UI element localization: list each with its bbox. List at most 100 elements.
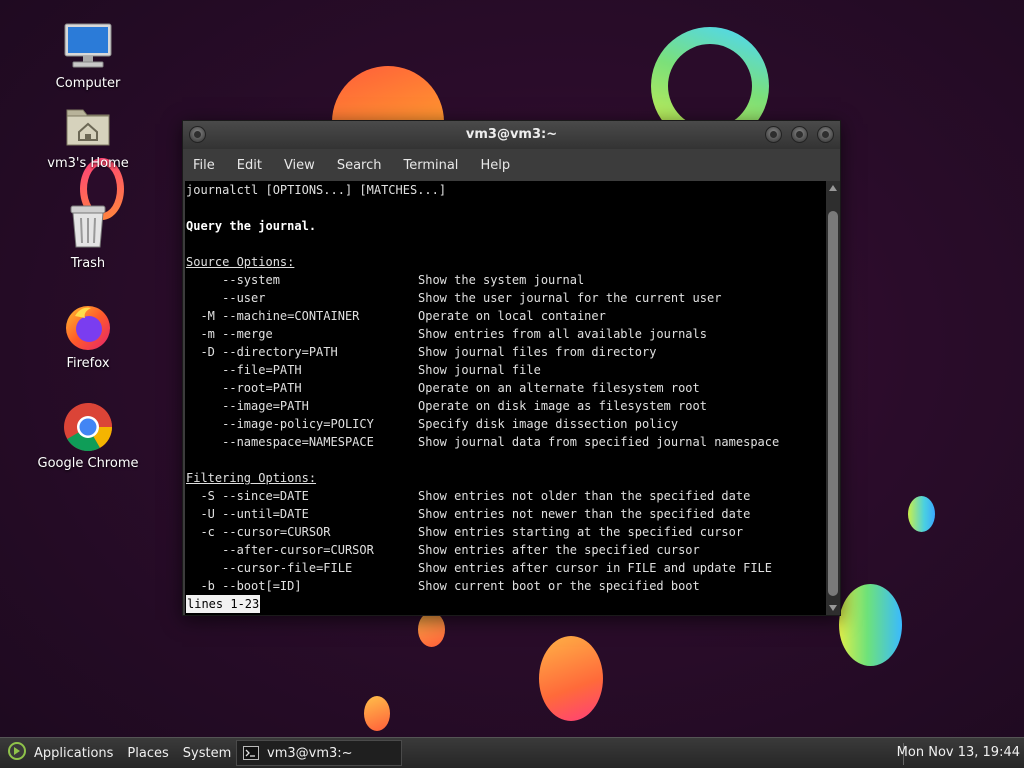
option-row: -M --machine=CONTAINER Operate on local c… (185, 307, 826, 325)
desktop-icon-computer[interactable]: Computer (33, 20, 143, 91)
menu-edit[interactable]: Edit (237, 158, 262, 173)
places-menu[interactable]: Places (127, 746, 168, 761)
option-desc: Show entries not older than the specifie… (418, 489, 751, 503)
option-flag: -b --boot[=ID] (186, 579, 302, 593)
wallpaper-bubble (364, 696, 390, 731)
pager-status: lines 1-23 (186, 595, 261, 613)
option-desc: Show entries from all available journals (418, 327, 707, 341)
taskbar-window-label: vm3@vm3:~ (267, 745, 353, 761)
wallpaper-bubble (839, 584, 902, 666)
usage-line: journalctl [OPTIONS...] [MATCHES...] (186, 183, 447, 197)
option-flag: -D --directory=PATH (186, 345, 338, 359)
option-row: -m --merge Show entries from all availabl… (185, 325, 826, 343)
option-row: -S --since=DATE Show entries not older th… (185, 487, 826, 505)
option-row: -b --boot[=ID] Show current boot or the s… (185, 577, 826, 595)
menu-file[interactable]: File (193, 158, 215, 173)
desktop-icon-chrome[interactable]: Google Chrome (33, 400, 143, 471)
scroll-up-arrow-icon[interactable] (829, 185, 837, 191)
option-flag: --after-cursor=CURSOR (186, 543, 374, 557)
option-flag: --root=PATH (186, 381, 302, 395)
desktop-icon-label: Firefox (66, 356, 110, 371)
option-row: --namespace=NAMESPACE Show journal data f… (185, 433, 826, 451)
option-row: --user Show the user journal for the curr… (185, 289, 826, 307)
option-desc: Operate on disk image as filesystem root (418, 399, 707, 413)
menu-help[interactable]: Help (480, 158, 510, 173)
filtering-options-heading: Filtering Options: (186, 471, 317, 485)
option-flag: --file=PATH (186, 363, 302, 377)
option-row: -c --cursor=CURSOR Show entries starting … (185, 523, 826, 541)
option-row: --after-cursor=CURSOR Show entries after … (185, 541, 826, 559)
option-desc: Specify disk image dissection policy (418, 417, 679, 431)
option-desc: Show journal files from directory (418, 345, 657, 359)
option-desc: Show journal file (418, 363, 541, 377)
option-desc: Show journal data from specified journal… (418, 435, 780, 449)
option-desc: Operate on local container (418, 309, 606, 323)
system-menu[interactable]: System (183, 746, 231, 761)
window-titlebar[interactable]: vm3@vm3:~ (183, 121, 840, 149)
wallpaper-bubble (418, 612, 445, 647)
option-flag: --system (186, 273, 280, 287)
firefox-icon (61, 300, 115, 354)
option-desc: Show entries after cursor in FILE and up… (418, 561, 773, 575)
chrome-icon (61, 400, 115, 454)
terminal-icon (243, 746, 259, 760)
menubar: File Edit View Search Terminal Help (183, 149, 840, 181)
option-desc: Show entries not newer than the specifie… (418, 507, 751, 521)
option-flag: -m --merge (186, 327, 273, 341)
menu-terminal[interactable]: Terminal (403, 158, 458, 173)
applications-menu[interactable]: Applications (34, 746, 113, 761)
option-desc: Show current boot or the specified boot (418, 579, 700, 593)
distro-logo-icon[interactable] (8, 742, 26, 764)
option-row: --image-policy=POLICY Specify disk image … (185, 415, 826, 433)
scrollbar[interactable] (826, 181, 840, 615)
scroll-down-arrow-icon[interactable] (829, 605, 837, 611)
option-flag: -U --until=DATE (186, 507, 309, 521)
desktop-icon-label: vm3's Home (47, 156, 129, 171)
menu-search[interactable]: Search (337, 158, 382, 173)
option-flag: --cursor-file=FILE (186, 561, 353, 575)
description-line: Query the journal. (186, 219, 317, 233)
option-row: --cursor-file=FILE Show entries after cur… (185, 559, 826, 577)
option-flag: --user (186, 291, 266, 305)
option-desc: Show the user journal for the current us… (418, 291, 722, 305)
desktop-icon-label: Google Chrome (37, 456, 139, 471)
source-options-heading: Source Options: (186, 255, 295, 269)
maximize-button[interactable] (791, 126, 808, 143)
option-row: --root=PATH Operate on an alternate files… (185, 379, 826, 397)
option-flag: --image-policy=POLICY (186, 417, 374, 431)
trash-icon (61, 200, 115, 254)
option-row: --image=PATH Operate on disk image as fil… (185, 397, 826, 415)
terminal-window[interactable]: vm3@vm3:~ File Edit View Search Terminal… (182, 120, 841, 616)
wallpaper-bubble (908, 496, 935, 532)
wallpaper-bubble (539, 636, 603, 721)
option-flag: -M --machine=CONTAINER (186, 309, 360, 323)
minimize-button[interactable] (765, 126, 782, 143)
option-row: --system Show the system journal (185, 271, 826, 289)
option-desc: Show the system journal (418, 273, 585, 287)
option-row: -D --directory=PATH Show journal files fr… (185, 343, 826, 361)
desktop-icon-firefox[interactable]: Firefox (33, 300, 143, 371)
computer-icon (61, 20, 115, 74)
menu-view[interactable]: View (284, 158, 315, 173)
option-row: -U --until=DATE Show entries not newer th… (185, 505, 826, 523)
option-flag: --image=PATH (186, 399, 309, 413)
desktop-icon-trash[interactable]: Trash (33, 200, 143, 271)
option-desc: Show entries after the specified cursor (418, 543, 700, 557)
option-flag: --namespace=NAMESPACE (186, 435, 374, 449)
home-folder-icon (61, 100, 115, 154)
scrollbar-thumb[interactable] (828, 211, 838, 596)
taskbar: Applications Places System vm3@vm3:~ Mon… (0, 737, 1024, 768)
option-desc: Operate on an alternate filesystem root (418, 381, 700, 395)
taskbar-window-button[interactable]: vm3@vm3:~ (236, 740, 402, 766)
terminal-output[interactable]: journalctl [OPTIONS...] [MATCHES...] Que… (185, 181, 826, 615)
close-button[interactable] (817, 126, 834, 143)
window-menu-button[interactable] (189, 126, 206, 143)
window-title: vm3@vm3:~ (465, 127, 558, 142)
desktop-icon-label: Computer (55, 76, 121, 91)
option-row: --file=PATH Show journal file (185, 361, 826, 379)
clock[interactable]: Mon Nov 13, 19:44 (897, 745, 1020, 760)
desktop-icon-home[interactable]: vm3's Home (33, 100, 143, 171)
